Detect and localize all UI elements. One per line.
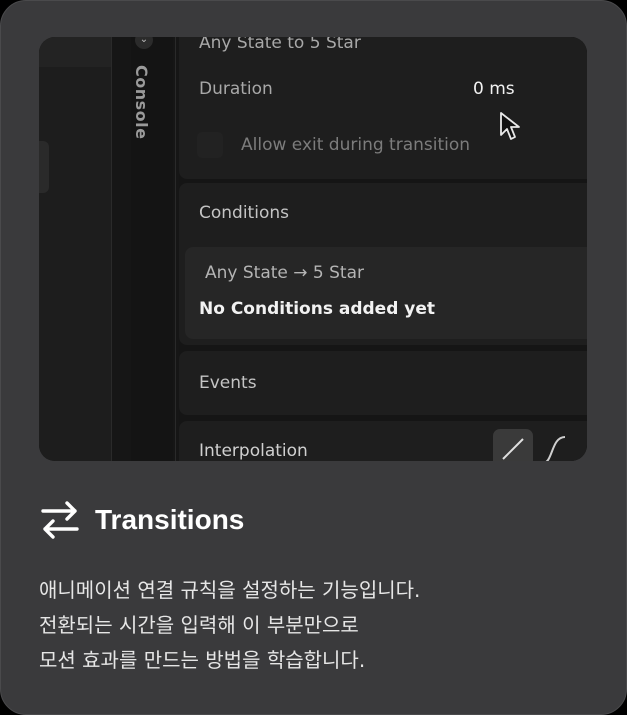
- mouse-cursor-icon: [500, 112, 520, 140]
- events-label[interactable]: Events: [199, 373, 257, 393]
- feature-description: 애니메이션 연결 규칙을 설정하는 기능입니다. 전환되는 시간을 입력해 이 …: [39, 573, 420, 678]
- left-panel: [39, 37, 111, 461]
- console-tab[interactable]: Console: [132, 65, 151, 139]
- conditions-label[interactable]: Conditions: [199, 203, 289, 223]
- linear-curve-icon: [502, 438, 524, 460]
- swap-arrows-icon: [41, 501, 79, 539]
- condition-card: [185, 247, 587, 339]
- feature-card: ⌄ Console Any State to 5 Star Duration 0…: [0, 0, 627, 715]
- feature-title-text: Transitions: [95, 504, 245, 535]
- duration-value[interactable]: 0 ms: [473, 79, 515, 99]
- condition-empty-message: No Conditions added yet: [199, 299, 436, 319]
- condition-title: Any State → 5 Star: [205, 263, 365, 283]
- description-line: 전환되는 시간을 입력해 이 부분만으로: [39, 613, 359, 637]
- linear-interpolation-button[interactable]: [493, 429, 533, 461]
- duration-label: Duration: [199, 79, 273, 99]
- description-line: 모션 효과를 만드는 방법을 학습합니다.: [39, 648, 366, 672]
- editor-screenshot: ⌄ Console Any State to 5 Star Duration 0…: [39, 37, 587, 461]
- interpolation-label: Interpolation: [199, 441, 308, 461]
- left-panel-header: [39, 37, 111, 67]
- transition-title: Any State to 5 Star: [199, 37, 361, 53]
- divider: [111, 37, 112, 461]
- description-line: 애니메이션 연결 규칙을 설정하는 기능입니다.: [39, 578, 421, 602]
- allow-exit-checkbox[interactable]: [197, 132, 223, 158]
- cubic-curve-icon[interactable]: [539, 433, 569, 461]
- allow-exit-label: Allow exit during transition: [241, 135, 471, 155]
- panel-resize-handle[interactable]: [39, 141, 49, 193]
- divider: [175, 37, 176, 461]
- transition-settings-section: [179, 37, 587, 179]
- feature-title: Transitions: [39, 499, 244, 541]
